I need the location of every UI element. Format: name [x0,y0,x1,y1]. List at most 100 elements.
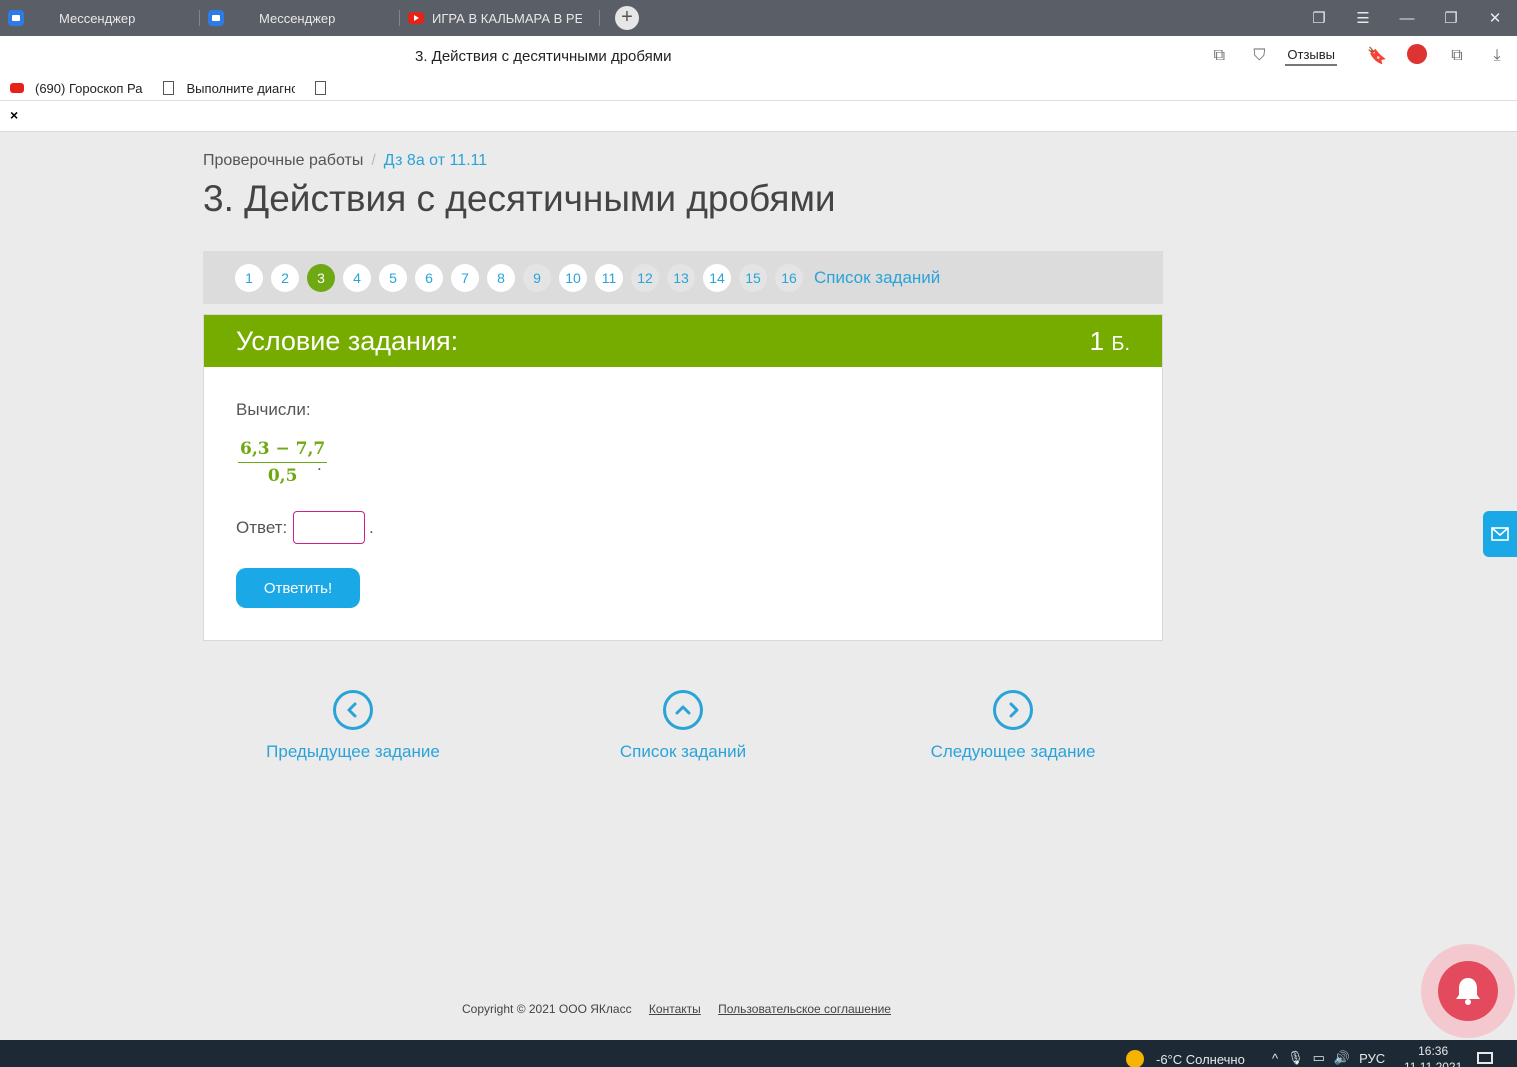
weather-widget[interactable]: -6°C Солнечно [1126,1050,1245,1067]
bookmark-label: (690) Гороскоп Ра [35,80,143,96]
page-title-bar: 3. Действия с десятичными дробями [415,48,672,65]
breadcrumb-parent[interactable]: Проверочные работы [203,152,363,169]
task-number-12[interactable]: 12 [631,263,659,292]
fraction-numerator: 6,3 − 7,7 [238,439,328,463]
bookmarks-bar: (690) Гороскоп Ра Выполните диагно [0,76,1517,100]
document-icon [314,81,326,95]
answer-period: . [369,518,374,537]
points-value: 1 [1089,325,1105,356]
task-number-nav: 1 2 3 4 5 6 7 8 9 10 11 12 13 14 15 16 С… [203,251,1163,304]
close-window-button[interactable]: ✕ [1473,9,1517,27]
bookmark-label: Выполните диагно [186,80,295,96]
task-number-11[interactable]: 11 [595,263,623,292]
menu-icon[interactable]: ☰ [1341,9,1385,27]
feedback-mail-tab[interactable] [1483,511,1517,557]
notifications-icon[interactable] [1477,1052,1493,1064]
task-number-6[interactable]: 6 [415,263,443,292]
system-tray: ^ 🎙 ▭ 🔊 РУС [1272,1050,1394,1066]
microphone-icon[interactable]: 🎙 [1287,1050,1304,1066]
clock[interactable]: 16:36 11.11.2021 [1404,1043,1462,1067]
browser-tab[interactable]: ИГРА В КАЛЬМАРА В РЕАЛ [400,0,600,36]
messenger-icon [208,10,224,26]
browser-tab[interactable]: Мессенджер [200,0,400,36]
clock-time: 16:36 [1418,1044,1449,1058]
browser-titlebar: 3. Действия с десятичными дробями ⧉ ⛉ От… [0,36,1517,76]
copyright-text: Copyright © 2021 ООО ЯКласс [462,1002,632,1016]
messenger-icon [8,10,24,26]
minimize-button[interactable]: — [1385,10,1429,27]
tab-title: ИГРА В КАЛЬМАРА В РЕАЛ [432,10,582,26]
feedback-button[interactable]: Отзывы [1285,47,1337,66]
next-task-link[interactable]: Следующее задание [893,690,1133,762]
chevron-right-icon [993,690,1033,730]
task-list-pager-link[interactable]: Список заданий [563,690,803,762]
task-number-14[interactable]: 14 [703,263,731,292]
youtube-icon [408,12,424,24]
tab-title: Мессенджер [259,10,336,26]
next-task-label: Следующее задание [930,742,1096,761]
agreement-link[interactable]: Пользовательское соглашение [718,1002,891,1016]
task-number-10[interactable]: 10 [559,263,587,292]
clock-date: 11.11.2021 [1404,1060,1463,1067]
task-number-8[interactable]: 8 [487,263,515,292]
task-number-4[interactable]: 4 [343,263,371,292]
close-icon[interactable]: × [10,107,18,123]
sun-icon [1126,1050,1144,1067]
bell-icon [1438,961,1498,1021]
chevron-up-icon[interactable]: ^ [1272,1051,1278,1066]
task-card: Условие задания: 1 Б. Вычисли: 6,3 − 7,7… [203,314,1163,641]
bookmark-icon[interactable]: 🔖 [1357,46,1397,66]
task-header: Условие задания: 1 Б. [204,315,1162,367]
breadcrumb-current[interactable]: Дз 8а от 11.11 [384,152,487,169]
browser-tab[interactable]: Мессенджер [0,0,200,36]
shield-icon[interactable]: ⛉ [1239,47,1279,65]
prev-task-label: Предыдущее задание [266,742,440,761]
task-number-7[interactable]: 7 [451,263,479,292]
fraction-period: . [317,455,322,474]
footer: Copyright © 2021 ООО ЯКласс Контакты Пол… [462,1002,891,1016]
submit-answer-button[interactable]: Ответить! [236,568,360,608]
task-number-15[interactable]: 15 [739,263,767,292]
new-tab-button[interactable]: + [615,6,639,30]
task-list-pager-label: Список заданий [619,742,747,761]
browser-tabbar: Мессенджер Мессенджер ИГРА В КАЛЬМАРА В … [0,0,1517,36]
task-number-2[interactable]: 2 [271,263,299,292]
task-header-title: Условие задания: [236,325,459,356]
task-number-13[interactable]: 13 [667,263,695,292]
contacts-link[interactable]: Контакты [649,1002,701,1016]
adblock-icon[interactable] [1397,43,1437,69]
language-indicator[interactable]: РУС [1359,1051,1385,1066]
task-number-1[interactable]: 1 [235,263,263,292]
extensions-icon[interactable]: ⧉ [1437,47,1477,65]
breadcrumb-separator: / [371,152,376,169]
restore-button[interactable]: ❐ [1429,9,1473,27]
task-points: 1 Б. [1090,326,1130,357]
points-unit: Б. [1111,332,1130,355]
prev-task-link[interactable]: Предыдущее задание [233,690,473,762]
volume-icon[interactable]: 🔊 [1334,1050,1350,1066]
task-number-9[interactable]: 9 [523,263,551,292]
fraction-denominator: 0,5 [267,466,298,486]
document-icon [162,81,174,95]
chevron-left-icon [333,690,373,730]
network-icon[interactable]: ▭ [1313,1050,1325,1066]
answer-input[interactable] [293,511,365,544]
os-taskbar: -6°C Солнечно ^ 🎙 ▭ 🔊 РУС 16:36 11.11.20… [0,1040,1517,1067]
task-number-16[interactable]: 16 [775,263,803,292]
chevron-up-icon [663,690,703,730]
task-instruction: Вычисли: [236,400,311,419]
download-icon[interactable]: ⤓ [1477,47,1517,65]
close-bar: × [0,100,1517,132]
task-number-5[interactable]: 5 [379,263,407,292]
bookmark-item[interactable]: Выполните диагно [162,80,295,96]
notification-bell-button[interactable] [1421,944,1515,1038]
bookmark-item[interactable]: (690) Гороскоп Ра [10,81,143,96]
task-number-3-active[interactable]: 3 [307,263,335,292]
copy-icon[interactable]: ⧉ [1199,47,1239,65]
bookmark-item[interactable] [314,81,339,95]
page-title: 3. Действия с десятичными дробями [203,178,836,219]
tab-title: Мессенджер [59,10,136,26]
weather-text: -6°C Солнечно [1156,1051,1245,1067]
collections-icon[interactable]: ❐ [1297,9,1341,27]
task-list-link[interactable]: Список заданий [814,268,940,288]
